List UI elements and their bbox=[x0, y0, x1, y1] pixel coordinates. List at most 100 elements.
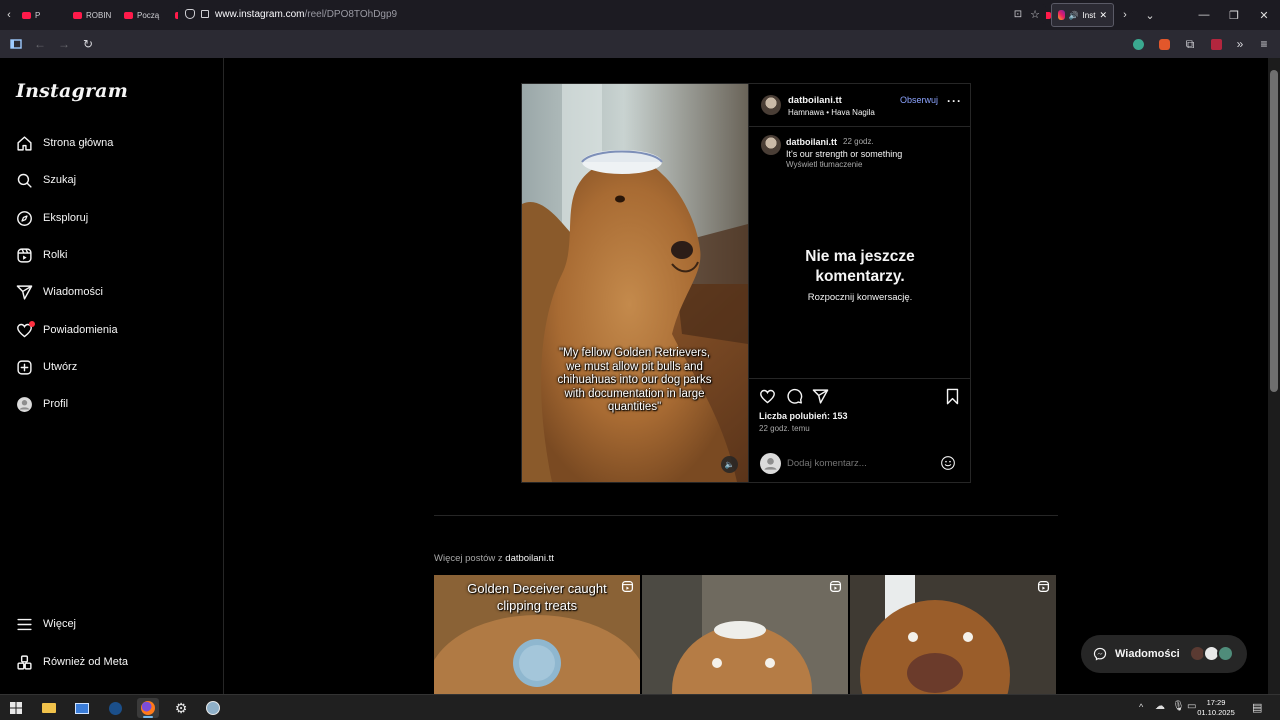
browser-tab[interactable]: ROBIN bbox=[67, 3, 118, 27]
sidebar-toggle-icon[interactable] bbox=[6, 34, 26, 54]
sidebar-item-profile[interactable]: Profil bbox=[16, 392, 68, 416]
sidebar-item-label: Więcej bbox=[43, 618, 77, 630]
reader-view-icon[interactable]: ⊡ bbox=[1014, 9, 1022, 20]
youtube-icon bbox=[22, 11, 31, 19]
onedrive-cloud-icon[interactable]: ☁ bbox=[1155, 701, 1165, 712]
more-options-icon[interactable]: ··· bbox=[947, 94, 962, 108]
url-bar[interactable]: www.instagram.com /reel/DPO8TOhDgp9 ⊡ ☆ bbox=[178, 4, 1046, 24]
more-post-thumb[interactable]: Golden Deceiver caught clipping treats bbox=[434, 575, 640, 695]
firefox-icon[interactable] bbox=[137, 698, 159, 718]
instagram-logo[interactable]: Instagram bbox=[16, 80, 128, 102]
sidebar-item-label: Strona główna bbox=[43, 137, 114, 149]
save-bookmark-icon[interactable] bbox=[945, 388, 960, 405]
compass-icon bbox=[17, 210, 32, 226]
reels-icon bbox=[829, 580, 842, 593]
lock-icon[interactable] bbox=[201, 10, 209, 18]
comment-time: 22 godz. bbox=[843, 137, 874, 146]
vpn-extension-icon[interactable] bbox=[1128, 34, 1148, 54]
sidebar-item-create[interactable]: Utwórz bbox=[16, 355, 77, 379]
sidebar-item-label: Powiadomienia bbox=[43, 324, 118, 336]
sidebar-item-more[interactable]: Więcej bbox=[16, 612, 76, 636]
browser-tab[interactable]: Począ bbox=[118, 3, 169, 27]
steam-icon[interactable] bbox=[104, 698, 126, 718]
sidebar-item-also-from-meta[interactable]: Również od Meta bbox=[16, 650, 128, 674]
tab-label: P bbox=[35, 10, 41, 20]
taskbar-clock[interactable]: 17:29 01.10.2025 bbox=[1196, 698, 1236, 718]
tab-instagram-active[interactable]: 🔊 Inst ✕ bbox=[1051, 3, 1114, 27]
search-icon bbox=[17, 173, 32, 188]
comment-composer bbox=[749, 446, 971, 482]
addon-badge-icon[interactable] bbox=[1206, 34, 1226, 54]
notification-dot bbox=[29, 321, 35, 327]
sidebar-item-reels[interactable]: Rolki bbox=[16, 243, 67, 267]
tray-overflow-icon[interactable]: ^ bbox=[1139, 702, 1143, 712]
instagram-sidebar: Instagram Strona główna Szukaj Eksploruj… bbox=[0, 58, 224, 694]
sidebar-item-home[interactable]: Strona główna bbox=[16, 131, 113, 155]
page-scrollbar[interactable] bbox=[1268, 58, 1280, 694]
settings-gear-icon[interactable]: ⚙ bbox=[170, 698, 192, 718]
maximize-icon[interactable]: ❐ bbox=[1218, 0, 1250, 30]
video-caption-overlay: "My fellow Golden Retrievers, we must al… bbox=[557, 347, 712, 413]
back-icon[interactable]: ← bbox=[30, 34, 50, 54]
sidebar-item-messages[interactable]: Wiadomości bbox=[16, 280, 103, 304]
home-icon bbox=[17, 135, 32, 151]
likes-count[interactable]: Liczba polubień: 153 bbox=[759, 411, 848, 421]
overflow-chevron-icon[interactable]: » bbox=[1230, 34, 1250, 54]
windows-start-icon[interactable] bbox=[5, 698, 27, 718]
like-heart-icon[interactable] bbox=[759, 388, 776, 405]
reel-video[interactable]: "My fellow Golden Retrievers, we must al… bbox=[522, 84, 748, 482]
translate-link[interactable]: Wyświetl tłumaczenie bbox=[786, 160, 862, 169]
close-window-icon[interactable]: ✕ bbox=[1248, 0, 1280, 30]
speaker-icon[interactable]: 🔊 bbox=[1069, 11, 1079, 20]
avatar[interactable] bbox=[761, 95, 781, 115]
list-all-tabs-icon[interactable]: ⌄ bbox=[1134, 0, 1166, 30]
sidebar-item-notifications[interactable]: Powiadomienia bbox=[16, 318, 118, 342]
messages-floating-button[interactable]: Wiadomości bbox=[1081, 635, 1247, 673]
browser-toolbar bbox=[0, 30, 1280, 58]
comment-author[interactable]: datboilani.tt bbox=[786, 137, 837, 147]
emoji-icon[interactable] bbox=[940, 455, 956, 471]
no-comments-subtitle: Rozpocznij konwersację. bbox=[807, 292, 913, 303]
app-globe-icon[interactable] bbox=[202, 698, 224, 718]
tab-scroll-right-icon[interactable]: › bbox=[1116, 0, 1134, 30]
follow-button[interactable]: Obserwuj bbox=[900, 95, 938, 105]
more-post-thumb[interactable] bbox=[642, 575, 848, 695]
browser-tab[interactable]: P bbox=[16, 3, 67, 27]
messages-label: Wiadomości bbox=[1115, 648, 1180, 660]
scrollbar-thumb[interactable] bbox=[1270, 70, 1278, 392]
remote-desktop-icon[interactable] bbox=[71, 698, 93, 718]
comment-bubble-icon[interactable] bbox=[786, 388, 803, 405]
mute-toggle-icon[interactable]: 🔈 bbox=[721, 456, 738, 473]
comment-input[interactable] bbox=[787, 456, 927, 471]
thumb-image bbox=[642, 575, 848, 695]
extensions-puzzle-icon[interactable]: ⧉ bbox=[1180, 34, 1200, 54]
app-menu-icon[interactable]: ≡ bbox=[1254, 34, 1274, 54]
youtube-icon bbox=[73, 11, 82, 19]
reload-icon[interactable]: ↻ bbox=[78, 34, 98, 54]
sidebar-item-explore[interactable]: Eksploruj bbox=[16, 206, 88, 230]
tab-label: ROBIN bbox=[86, 10, 112, 20]
file-explorer-icon[interactable] bbox=[38, 698, 60, 718]
messenger-icon bbox=[1093, 647, 1107, 661]
tracking-shield-icon[interactable] bbox=[185, 9, 195, 19]
minimize-icon[interactable]: — bbox=[1188, 0, 1220, 30]
thumb-image bbox=[850, 575, 1056, 695]
sidebar-item-label: Rolki bbox=[43, 249, 68, 261]
plus-square-icon bbox=[17, 359, 32, 375]
post-username[interactable]: datboilani.tt bbox=[788, 95, 842, 106]
sidebar-item-search[interactable]: Szukaj bbox=[16, 168, 76, 192]
share-send-icon[interactable] bbox=[812, 388, 829, 405]
more-posts-username[interactable]: datboilani.tt bbox=[505, 553, 554, 564]
audio-track[interactable]: Hamnawa • Hava Nagila bbox=[788, 108, 875, 117]
close-tab-icon[interactable]: ✕ bbox=[1099, 10, 1107, 21]
tab-label: Począ bbox=[137, 10, 160, 20]
avatar[interactable] bbox=[761, 135, 781, 155]
more-post-thumb[interactable] bbox=[850, 575, 1056, 695]
url-path: /reel/DPO8TOhDgp9 bbox=[304, 8, 398, 20]
ublock-extension-icon[interactable] bbox=[1154, 34, 1174, 54]
forward-icon[interactable]: → bbox=[54, 34, 74, 54]
send-icon bbox=[16, 284, 33, 300]
bookmark-star-icon[interactable]: ☆ bbox=[1030, 8, 1040, 21]
notification-center-icon[interactable]: ▤ bbox=[1252, 701, 1262, 714]
microphone-icon[interactable]: 🎙 bbox=[1172, 701, 1185, 712]
